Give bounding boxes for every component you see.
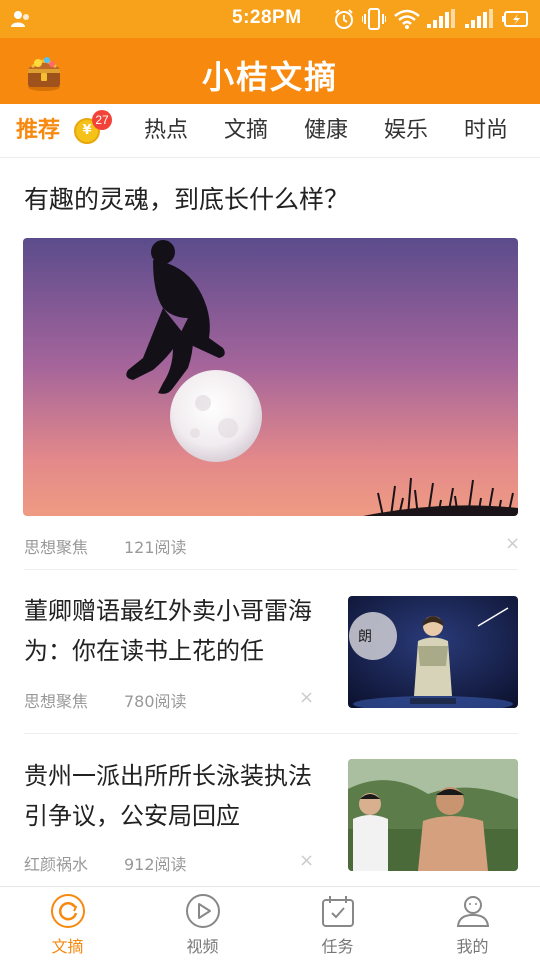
article-source: 思想聚焦 xyxy=(24,692,89,711)
article-title[interactable]: 董卿赠语最红外卖小哥雷海为：你在读书上花的任 xyxy=(24,591,324,671)
article-title[interactable]: 贵州一派出所所长泳装执法引争议，公安局回应 xyxy=(24,756,324,836)
app-header: 小桔文摘 xyxy=(0,38,540,104)
tab-digest[interactable]: 文摘 xyxy=(224,116,268,146)
signal-icon xyxy=(427,9,455,28)
tab-entertainment[interactable]: 娱乐 xyxy=(384,116,428,146)
featured-article-reads: 121阅读 xyxy=(124,538,187,557)
user-icon xyxy=(11,11,29,27)
featured-article-title[interactable]: 有趣的灵魂，到底长什么样？ xyxy=(24,180,349,216)
calendar-check-icon xyxy=(322,896,354,927)
article-reads: 912阅读 xyxy=(124,855,187,874)
article-reads: 780阅读 xyxy=(124,692,187,711)
nav-profile[interactable]: 我的 xyxy=(405,887,540,960)
vibrate-icon xyxy=(362,8,386,30)
dismiss-article-close-icon[interactable]: × xyxy=(299,850,314,871)
nav-digest[interactable]: 文摘 xyxy=(0,887,135,960)
tab-hot[interactable]: 热点 xyxy=(144,116,188,146)
article-thumbnail-tv-host[interactable]: 朗 xyxy=(348,596,518,708)
app-title: 小桔文摘 xyxy=(201,58,338,96)
battery-icon xyxy=(502,11,528,27)
wifi-icon xyxy=(394,9,420,29)
divider xyxy=(24,733,518,734)
article-source: 红颜祸水 xyxy=(24,855,89,874)
status-bar: 5:28PM xyxy=(0,0,540,38)
nav-tasks[interactable]: 任务 xyxy=(270,887,405,960)
featured-article-source: 思想聚焦 xyxy=(24,538,89,557)
nav-tasks-label: 任务 xyxy=(321,937,354,956)
divider xyxy=(24,569,518,570)
tab-recommend[interactable]: 推荐 xyxy=(16,116,60,146)
refresh-circle-icon xyxy=(51,894,85,928)
play-circle-icon xyxy=(186,894,220,928)
article-thumbnail-outdoors[interactable] xyxy=(348,759,518,871)
status-time: 5:28PM xyxy=(232,7,302,28)
bottom-navigation: 文摘 视频 任务 我的 xyxy=(0,886,540,960)
dismiss-article-close-icon[interactable]: × xyxy=(299,687,314,708)
nav-digest-label: 文摘 xyxy=(51,937,84,956)
signal-icon xyxy=(465,9,493,28)
featured-article-image[interactable] xyxy=(23,238,518,516)
tab-health[interactable]: 健康 xyxy=(304,116,348,146)
person-icon xyxy=(456,896,490,927)
nav-profile-label: 我的 xyxy=(456,937,489,956)
tab-fashion[interactable]: 时尚 xyxy=(464,116,508,146)
alarm-icon xyxy=(335,9,353,29)
coin-count-badge: 27 xyxy=(92,110,112,130)
nav-video[interactable]: 视频 xyxy=(135,887,270,960)
dismiss-featured-close-icon[interactable]: × xyxy=(505,533,520,554)
svg-text:朗: 朗 xyxy=(358,629,372,645)
nav-video-label: 视频 xyxy=(186,937,219,956)
